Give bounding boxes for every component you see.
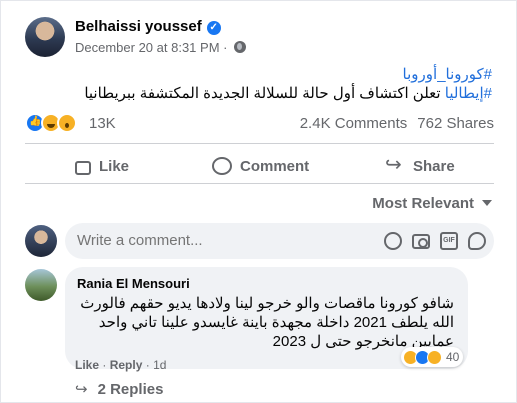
comment-button[interactable]: Comment — [212, 151, 309, 181]
emoji-icon[interactable] — [384, 232, 402, 250]
comment-composer[interactable]: GIF — [65, 223, 494, 259]
post-card: Belhaissi youssef ✓ December 20 at 8:31 P… — [0, 0, 517, 403]
current-user-avatar — [25, 225, 57, 257]
caret-down-icon — [482, 200, 492, 206]
author-avatar[interactable] — [25, 17, 65, 57]
post-author[interactable]: Belhaissi youssef ✓ — [75, 18, 221, 35]
post-body: تعلن اكتشاف أول حالة للسلالة الجديدة الم… — [84, 85, 445, 102]
comment-icon — [212, 157, 232, 175]
camera-icon[interactable] — [412, 234, 430, 249]
comment-sort-dropdown[interactable]: Most Relevant — [372, 195, 492, 212]
shares-count[interactable]: 762 Shares — [417, 115, 494, 132]
comments-count[interactable]: 2.4K Comments — [300, 115, 408, 132]
like-label: Like — [99, 157, 130, 175]
comment-age[interactable]: 1d — [153, 358, 166, 372]
divider — [25, 183, 494, 184]
gif-icon[interactable]: GIF — [440, 232, 458, 250]
like-button[interactable]: Like — [75, 151, 129, 181]
comment-like-button[interactable]: Like — [75, 358, 99, 372]
commenter-avatar[interactable] — [25, 269, 57, 301]
author-name[interactable]: Belhaissi youssef — [75, 18, 202, 35]
hashtag-link[interactable]: #كورونا_أوروبا — [403, 66, 492, 83]
post-timestamp[interactable]: December 20 at 8:31 PM — [75, 40, 220, 55]
comment-text: شافو كورونا ماقصات والو خرجو لينا ولادها… — [80, 295, 454, 350]
comment-input[interactable] — [77, 232, 377, 249]
post-meta: December 20 at 8:31 PM · — [75, 40, 247, 55]
divider — [25, 143, 494, 144]
reply-arrow-icon: ↪ — [75, 381, 88, 398]
verified-badge-icon: ✓ — [206, 21, 221, 35]
view-replies-button[interactable]: ↪ 2 Replies — [75, 380, 163, 398]
wow-icon[interactable] — [57, 113, 77, 133]
meta-separator: · — [223, 40, 228, 55]
comment-actions: Like · Reply · 1d — [75, 358, 166, 372]
reaction-count[interactable]: 13K — [89, 115, 116, 132]
comment-reactions[interactable]: 40 — [401, 347, 464, 367]
post-stats: 2.4K Comments 762 Shares — [300, 115, 494, 132]
share-icon — [385, 152, 405, 177]
reaction-summary: 13K 2.4K Comments 762 Shares — [25, 113, 494, 135]
share-label: Share — [413, 157, 455, 175]
wow-icon — [427, 349, 442, 365]
comment-reaction-count: 40 — [446, 350, 460, 364]
comment-reply-button[interactable]: Reply — [110, 358, 143, 372]
thumbs-up-icon — [75, 160, 91, 175]
sticker-icon[interactable] — [468, 232, 486, 250]
post-text: #كورونا_أوروبا #إيطاليا تعلن اكتشاف أول … — [32, 65, 492, 103]
replies-label: 2 Replies — [97, 381, 164, 398]
sort-label: Most Relevant — [372, 195, 474, 212]
hashtag-link[interactable]: #إيطاليا — [445, 85, 492, 102]
share-button[interactable]: Share — [385, 151, 455, 181]
globe-icon — [234, 41, 247, 53]
action-separator: · — [145, 358, 150, 372]
comment-label: Comment — [240, 157, 310, 175]
action-separator: · — [102, 358, 107, 372]
commenter-name[interactable]: Rania El Mensouri — [77, 276, 190, 291]
